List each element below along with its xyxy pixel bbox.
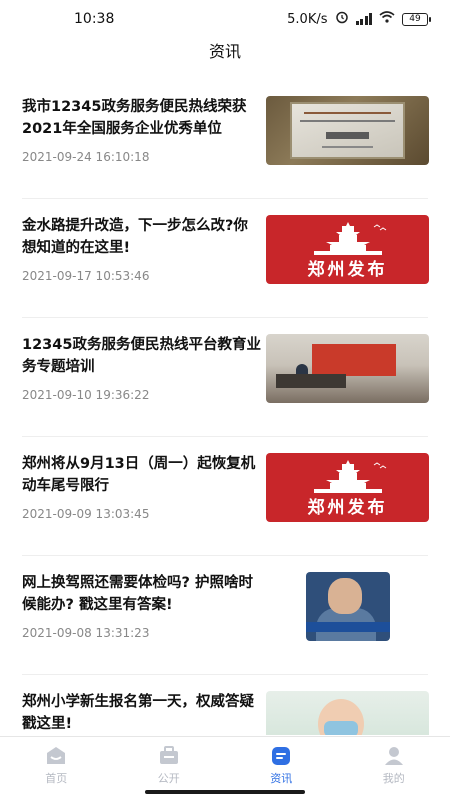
news-item[interactable]: 郑州将从9月13日（周一）起恢复机动车尾号限行 2021-09-09 13:03… [22, 437, 429, 556]
wifi-icon [379, 11, 395, 27]
news-thumbnail [266, 334, 429, 403]
tab-home[interactable]: 首页 [0, 737, 113, 800]
tab-home-label: 首页 [45, 772, 68, 785]
banner-label: 郑州发布 [307, 260, 388, 280]
tab-mine[interactable]: 我的 [338, 737, 450, 800]
battery-icon: 49 [402, 12, 431, 26]
tower-graphic [314, 222, 387, 255]
news-title: 12345政务服务便民热线平台教育业务专题培训 [22, 337, 261, 375]
news-item[interactable]: 网上换驾照还需要体检吗? 护照啥时候能办? 戳这里有答案! 2021-09-08… [22, 556, 428, 675]
banner-label: 郑州发布 [307, 498, 388, 518]
alarm-icon [335, 10, 349, 28]
news-title: 郑州将从9月13日（周一）起恢复机动车尾号限行 [22, 456, 256, 494]
news-title: 金水路提升改造，下一步怎么改?你想知道的在这里! [22, 218, 248, 256]
tab-mine-label: 我的 [382, 772, 405, 785]
news-thumbnail [306, 572, 390, 641]
signal-icon [355, 13, 372, 25]
news-item[interactable]: 12345政务服务便民热线平台教育业务专题培训 2021-09-10 19:36… [22, 318, 429, 437]
net-speed: 5.0K/s [287, 11, 328, 27]
tower-graphic [314, 460, 387, 493]
news-time: 2021-09-17 10:53:46 [22, 269, 150, 283]
news-title: 网上换驾照还需要体检吗? 护照啥时候能办? 戳这里有答案! [22, 575, 253, 613]
briefcase-icon [158, 745, 180, 767]
news-item[interactable]: 金水路提升改造，下一步怎么改?你想知道的在这里! 2021-09-17 10:5… [22, 199, 429, 318]
news-title: 我市12345政务服务便民热线荣获2021年全国服务企业优秀单位 [22, 99, 247, 137]
tab-public-label: 公开 [157, 772, 180, 785]
user-icon [383, 745, 405, 767]
news-thumbnail [266, 96, 429, 165]
news-time: 2021-09-09 13:03:45 [22, 507, 150, 521]
status-time: 10:38 [74, 11, 115, 27]
status-icons: 5.0K/s 49 [287, 10, 431, 28]
home-icon [45, 745, 67, 767]
news-thumbnail [266, 691, 429, 735]
news-icon [270, 745, 292, 767]
news-title: 郑州小学新生报名第一天，权威答疑戳这里! [22, 694, 254, 732]
news-item[interactable]: 郑州小学新生报名第一天，权威答疑戳这里! [22, 675, 429, 735]
home-indicator[interactable] [145, 790, 305, 794]
news-thumbnail: 郑州发布 [266, 215, 429, 284]
status-bar: 10:38 5.0K/s 49 [0, 0, 450, 38]
tab-news-label: 资讯 [270, 772, 293, 785]
news-time: 2021-09-08 13:31:23 [22, 626, 150, 640]
news-thumbnail: 郑州发布 [266, 453, 429, 522]
news-list[interactable]: 我市12345政务服务便民热线荣获2021年全国服务企业优秀单位 2021-09… [0, 80, 450, 735]
news-item[interactable]: 我市12345政务服务便民热线荣获2021年全国服务企业优秀单位 2021-09… [22, 80, 429, 199]
page-title: 资讯 [208, 42, 241, 61]
news-time: 2021-09-10 19:36:22 [22, 388, 150, 402]
news-time: 2021-09-24 16:10:18 [22, 150, 150, 164]
